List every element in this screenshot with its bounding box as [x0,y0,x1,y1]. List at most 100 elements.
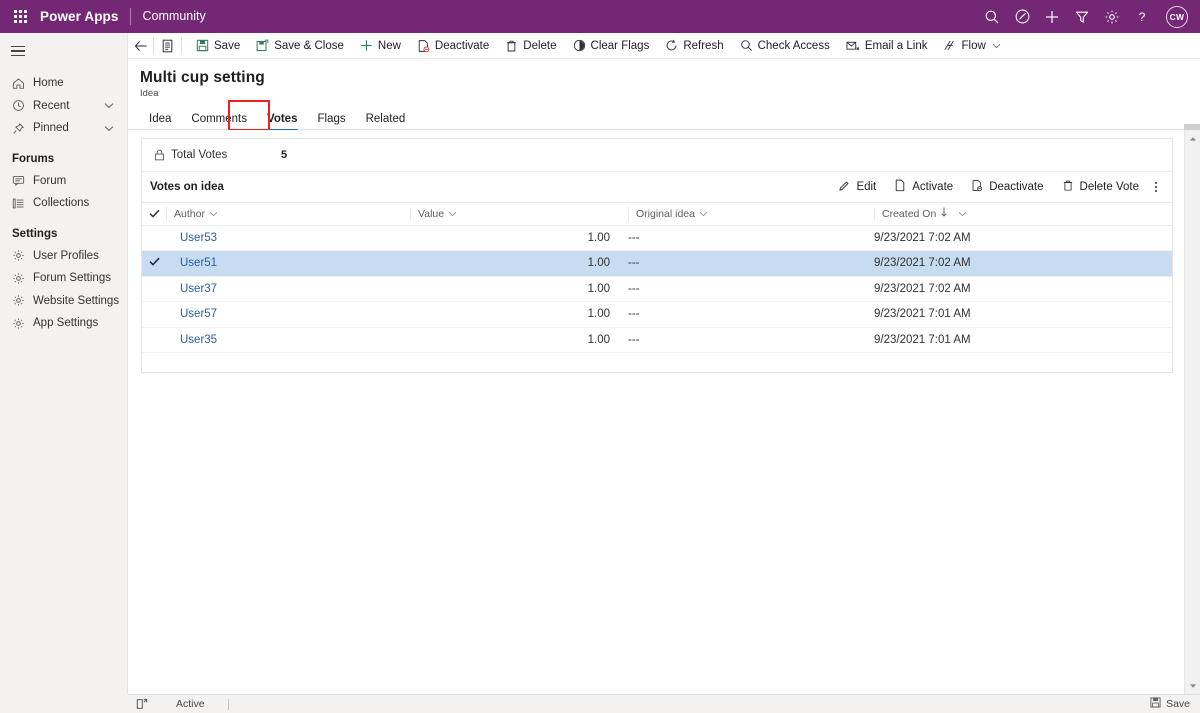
sidebar-item-app-settings[interactable]: App Settings [0,312,127,335]
sidebar-item-forum[interactable]: Forum [0,170,127,193]
activate-button[interactable]: Activate [885,175,962,199]
footer-save-button[interactable]: Save [1150,697,1200,711]
save-button[interactable]: Save [188,33,248,59]
column-header-created-on[interactable]: Created On [874,203,1172,226]
author-link[interactable]: User37 [166,283,217,295]
sidebar-item-user-profiles[interactable]: User Profiles [0,245,127,268]
search-button[interactable] [977,0,1007,33]
row-select-cell[interactable] [142,250,166,277]
back-button[interactable] [128,33,153,59]
settings-button[interactable] [1097,0,1127,33]
check-access-button[interactable]: Check Access [732,33,838,59]
tab-flags[interactable]: Flags [307,113,355,131]
sidebar-item-pinned[interactable]: Pinned [0,117,127,140]
delete-vote-button[interactable]: Delete Vote [1053,175,1148,199]
author-cell[interactable]: User57 [166,301,410,328]
column-label: Author [174,207,205,220]
new-button[interactable] [1037,0,1067,33]
author-link[interactable]: User35 [166,334,217,346]
sidebar-item-website-settings[interactable]: Website Settings [0,290,127,313]
column-header-value[interactable]: Value [410,203,629,226]
tab-label: Flags [317,113,346,125]
command-label: Delete [523,39,557,52]
tab-related[interactable]: Related [356,113,416,131]
author-link[interactable]: User51 [166,257,217,269]
row-select-cell[interactable] [142,276,166,302]
filter-button[interactable] [1067,0,1097,33]
column-header-original-idea[interactable]: Original idea [628,203,875,226]
tab-label: Comments [191,113,247,125]
pin-icon [12,122,29,135]
deactivate-button[interactable]: Deactivate [409,33,497,59]
plus-icon [1046,10,1058,23]
footer-left-filler [0,694,128,713]
table-row[interactable]: User53 1.00 --- 9/23/2021 7:02 AM [142,225,1172,251]
new-button[interactable]: New [352,33,409,59]
author-cell[interactable]: User37 [166,276,410,302]
column-header-author[interactable]: Author [166,203,410,226]
created-on-cell: 9/23/2021 7:02 AM [874,225,1172,251]
sidebar-item-collections[interactable]: Collections [0,192,127,215]
sidebar-item-home[interactable]: Home [0,72,127,95]
table-row[interactable]: User51 1.00 --- 9/23/2021 7:02 AM [142,250,1172,277]
deactivate-icon [971,179,983,195]
chevron-down-icon[interactable] [104,102,114,109]
app-launcher-button[interactable] [0,0,40,33]
more-commands-icon[interactable] [1148,175,1164,199]
table-row[interactable]: User57 1.00 --- 9/23/2021 7:01 AM [142,301,1172,328]
table-row[interactable]: User37 1.00 --- 9/23/2021 7:02 AM [142,276,1172,302]
refresh-button[interactable]: Refresh [657,33,731,59]
scroll-down-button[interactable] [1185,677,1200,694]
forum-icon [12,174,29,187]
email-a-link-button[interactable]: Email a Link [838,33,936,59]
badge-icon [1015,9,1029,24]
save-and-close-button[interactable]: Save & Close [248,33,352,59]
badge-button[interactable] [1007,0,1037,33]
flow-button[interactable]: Flow [935,33,988,59]
avatar[interactable]: CW [1166,5,1188,28]
vertical-scrollbar[interactable] [1184,130,1200,694]
table-row[interactable]: User35 1.00 --- 9/23/2021 7:01 AM [142,327,1172,353]
trash-icon [1062,179,1074,195]
scroll-up-button[interactable] [1185,130,1200,147]
edit-button[interactable]: Edit [829,175,885,199]
deactivate-button[interactable]: Deactivate [962,175,1052,199]
sidebar-item-label: Website Settings [33,294,120,307]
tab-idea[interactable]: Idea [139,113,181,131]
tab-comments[interactable]: Comments [181,113,257,131]
sidebar-item-label: Collections [33,197,90,210]
delete-button[interactable]: Delete [497,33,564,59]
row-select-cell[interactable] [142,301,166,328]
row-select-cell[interactable] [142,225,166,251]
original-idea-cell: --- [628,276,875,302]
form-selector-button[interactable] [154,33,181,59]
chevron-down-icon [699,208,708,220]
hamburger-icon [11,45,25,57]
flow-chevron-down-icon[interactable] [989,43,1006,49]
author-link[interactable]: User53 [166,232,217,244]
sitemap-toggle-button[interactable] [0,36,127,66]
tab-votes[interactable]: Votes [257,113,307,131]
row-select-cell[interactable] [142,327,166,353]
command-label: Clear Flags [590,39,650,52]
page-title: Multi cup setting [140,69,265,86]
subgrid-header: Votes on idea Edit Activate Deactivate D… [142,172,1172,203]
unsaved-icon [128,698,148,710]
gear-icon [12,317,29,330]
author-link[interactable]: User57 [166,308,217,320]
clock-icon [12,99,29,112]
deactivate-icon [417,39,430,53]
chevron-down-icon[interactable] [104,125,114,132]
sidebar-item-forum-settings[interactable]: Forum Settings [0,267,127,290]
select-all-header[interactable] [142,203,166,226]
waffle-icon [13,10,27,23]
command-label: Email a Link [864,39,928,52]
save-icon [1150,697,1161,711]
author-cell[interactable]: User35 [166,327,410,353]
sidebar-item-recent[interactable]: Recent [0,95,127,118]
help-button[interactable]: ? [1127,0,1157,33]
chevron-down-icon [1189,683,1197,688]
author-cell[interactable]: User51 [166,250,410,277]
clear-flags-button[interactable]: Clear Flags [565,33,658,59]
author-cell[interactable]: User53 [166,225,410,251]
